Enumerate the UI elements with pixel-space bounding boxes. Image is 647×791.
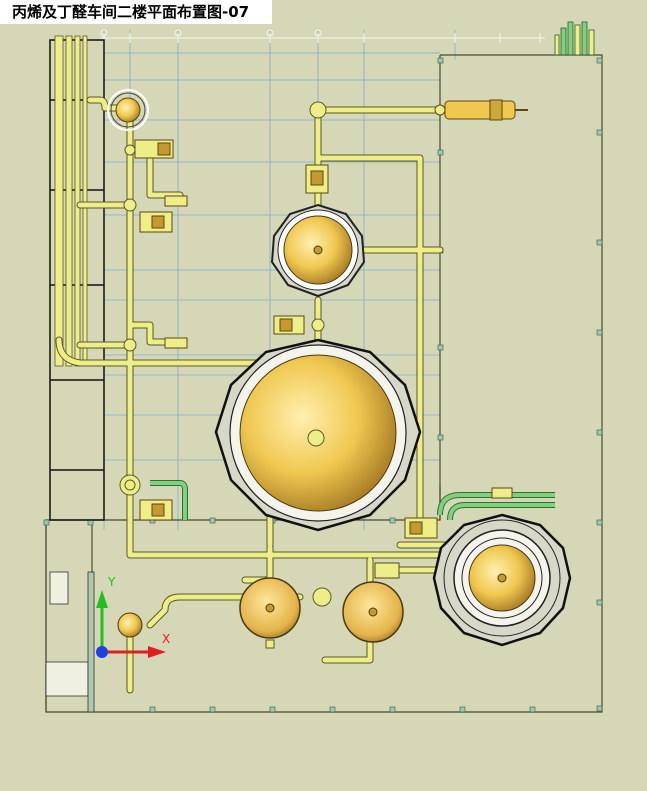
floor-plan-canvas[interactable]: Y X	[0, 0, 647, 791]
vessel-bottom-1	[239, 577, 301, 649]
heat-exchanger	[434, 99, 528, 121]
tank-small-bottom	[117, 612, 143, 638]
ucs-y-label: Y	[107, 575, 116, 589]
ucs-x-label: X	[162, 632, 170, 646]
vessel-bottom-2	[342, 581, 404, 643]
reactor-large	[214, 338, 422, 532]
reactor-ring	[432, 513, 572, 647]
reactor-medium	[270, 203, 366, 298]
pipe-rack	[49, 35, 105, 521]
dimension-line	[100, 29, 545, 43]
riser-pipes	[554, 21, 595, 56]
stair-equipment	[45, 571, 95, 713]
